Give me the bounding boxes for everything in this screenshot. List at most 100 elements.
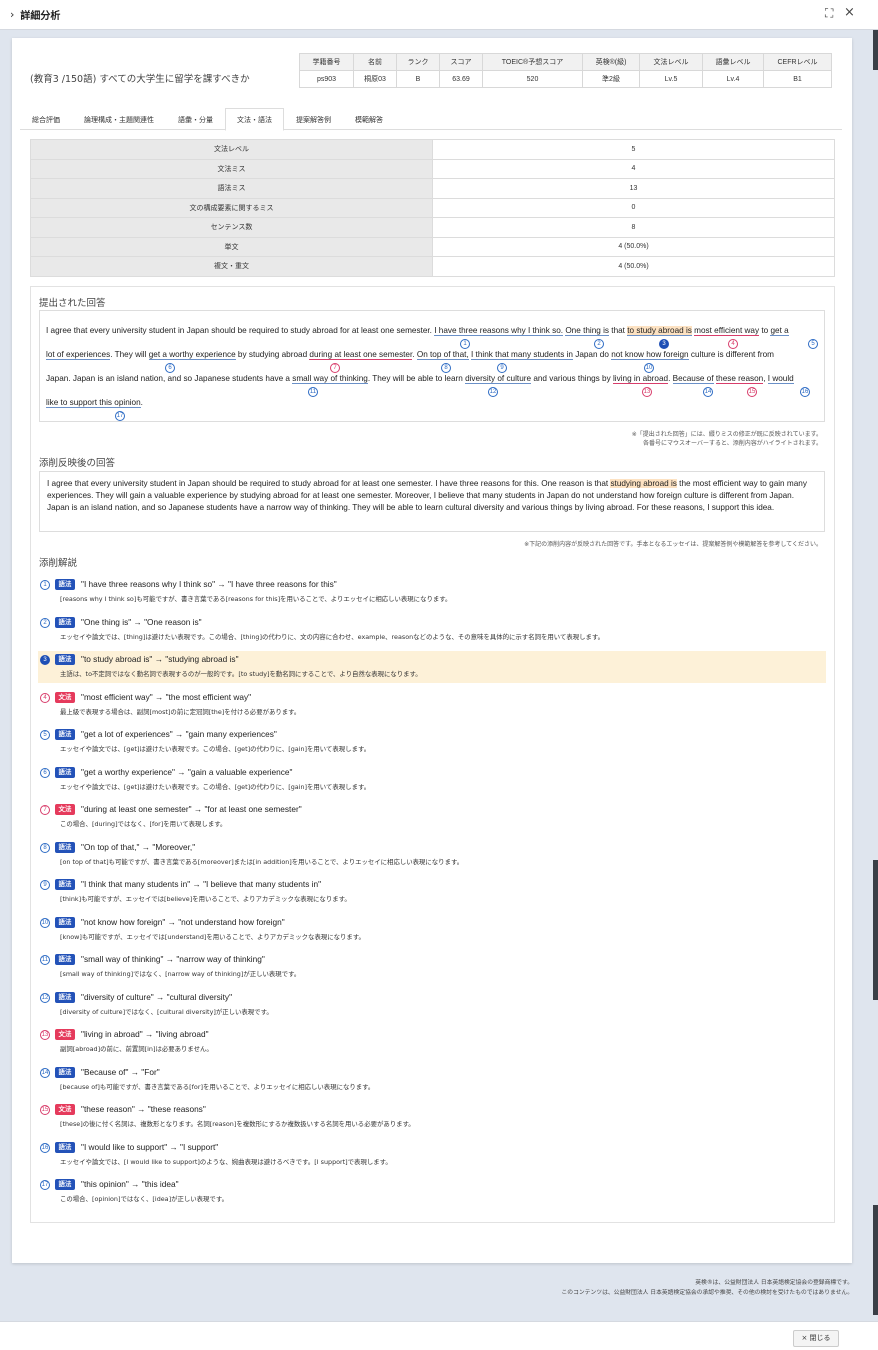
commentary-item[interactable]: 4 文法 "most efficient way" → "the most effi…: [38, 689, 826, 721]
question-title: (教育3 /150語) すべての大学生に留学を課すべきか: [30, 74, 250, 85]
explanation: この場合、[opinion]ではなく、[idea]が正しい表現です。: [60, 1195, 228, 1203]
correction-10[interactable]: not know how foreign: [611, 350, 689, 360]
item-number: 7: [40, 805, 50, 815]
commentary-item[interactable]: 17 語法 "this opinion" → "this idea" この場合、[op…: [38, 1176, 826, 1208]
stats-key: 文法レベル: [30, 139, 433, 160]
info-header: CEFRレベル: [763, 53, 832, 71]
correction-8[interactable]: On top of that,: [416, 350, 469, 360]
correction-text: "One thing is" → "One reason is": [81, 616, 202, 627]
scrollbar-thumb[interactable]: [873, 860, 878, 1000]
commentary-item[interactable]: 5 語法 "get a lot of experiences" → "gain ma…: [38, 726, 826, 758]
correction-5[interactable]: get a: [770, 326, 789, 336]
marker-16[interactable]: 16: [800, 387, 810, 397]
answer-text: .: [140, 398, 143, 407]
commentary-item[interactable]: 7 文法 "during at least one semester" → "for…: [38, 801, 826, 833]
marker-4[interactable]: 4: [728, 339, 738, 349]
info-header: スコア: [439, 53, 483, 71]
explanation: [know]も可能ですが、エッセイでは[understand]を用いることで、よ…: [60, 932, 365, 941]
marker-17[interactable]: 17: [115, 411, 125, 421]
commentary-item[interactable]: 8 語法 "On top of that," → "Moreover," [on to…: [38, 839, 826, 871]
marker-14[interactable]: 14: [703, 387, 713, 397]
correction-text: "diversity of culture" → "cultural diver…: [81, 991, 233, 1002]
type-badge: 語法: [55, 654, 75, 665]
info-value: ps903: [299, 70, 354, 88]
tab-grammar[interactable]: 文法・語法: [225, 108, 284, 131]
explanation: エッセイや論文では、[get]は避けたい表現です。この場合、[get]の代わりに…: [60, 782, 371, 791]
scrollbar-track[interactable]: [873, 30, 878, 70]
commentary-item[interactable]: 16 語法 "I would like to support" → "I suppo…: [38, 1139, 826, 1171]
commentary-item[interactable]: 12 語法 "diversity of culture" → "cultural d…: [38, 989, 826, 1021]
item-number: 13: [40, 1030, 50, 1040]
answer-text: that: [609, 326, 628, 335]
bottom-bar: × 閉じる: [0, 1321, 878, 1350]
marker-6[interactable]: 6: [165, 363, 175, 373]
marker-2[interactable]: 2: [594, 339, 604, 349]
correction-13[interactable]: living in abroad: [612, 374, 669, 384]
correction-6[interactable]: get a worthy experience: [148, 350, 236, 360]
stats-key: センテンス数: [30, 217, 433, 238]
revised-highlight: studying abroad is: [610, 479, 677, 488]
marker-12[interactable]: 12: [488, 387, 498, 397]
scrollbar-track-lower[interactable]: [873, 1205, 878, 1315]
info-header: 文法レベル: [639, 53, 703, 71]
type-badge: 語法: [55, 991, 75, 1003]
marker-5[interactable]: 5: [808, 339, 818, 349]
tab-vocabulary[interactable]: 語彙・分量: [166, 108, 225, 129]
tab-overall[interactable]: 総合評価: [20, 108, 72, 129]
correction-14[interactable]: Because of: [672, 374, 714, 384]
correction-17[interactable]: like to support this opinion: [46, 398, 141, 408]
correction-1[interactable]: I have three reasons why I think so.: [434, 326, 564, 336]
explanation: エッセイや論文では、[I would like to support]のような、…: [60, 1157, 392, 1166]
commentary-item[interactable]: 1 語法 "I have three reasons why I think so"…: [38, 576, 826, 608]
correction-7[interactable]: during at least one semester: [309, 350, 413, 360]
commentary-item[interactable]: 11 語法 "small way of thinking" → "narrow wa…: [38, 951, 826, 983]
note-line: 各番号にマウスオーバーすると、添削内容がハイライトされます。: [643, 440, 822, 447]
correction-15[interactable]: these reason: [715, 374, 764, 384]
correction-5-cont[interactable]: lot of experiences: [46, 350, 111, 360]
expand-icon[interactable]: ⛶: [825, 6, 833, 21]
commentary-item[interactable]: 9 語法 "I think that many students in" → "I …: [38, 876, 826, 908]
info-value: 桐原03: [353, 70, 397, 88]
item-number: 4: [40, 692, 50, 703]
correction-9[interactable]: I think that many students in: [471, 350, 573, 360]
stats-key: 文法ミス: [30, 158, 433, 179]
marker-9[interactable]: 9: [497, 363, 507, 373]
commentary-item[interactable]: 13 文法 "living in abroad" → "living abroad"…: [38, 1026, 826, 1058]
marker-1[interactable]: 1: [460, 339, 470, 349]
marker-3[interactable]: 3: [659, 339, 669, 349]
tab-logic[interactable]: 論理構成・主題関連性: [72, 108, 166, 129]
marker-10[interactable]: 10: [644, 363, 654, 373]
commentary-item[interactable]: 14 語法 "Because of" → "For" [because of]も可能で…: [38, 1064, 826, 1096]
commentary-item[interactable]: 2 語法 "One thing is" → "One reason is" エッセイや…: [38, 614, 826, 646]
correction-4[interactable]: most efficient way: [694, 326, 760, 336]
close-button[interactable]: × 閉じる: [793, 1330, 839, 1347]
explanation: エッセイや論文では、[thing]は避けたい表現です。この場合、[thing]の…: [60, 632, 605, 641]
explanation: [reasons why I think so]も可能ですが、書き言葉である[r…: [60, 595, 452, 603]
student-info-table: 学籍番号 名前 ランク スコア TOEIC®予想スコア 英検®(級) 文法レベル…: [299, 53, 832, 88]
commentary-item[interactable]: 15 文法 "these reason" → "these reasons" [the…: [38, 1101, 826, 1133]
correction-16[interactable]: I would: [767, 374, 794, 384]
marker-7[interactable]: 7: [330, 363, 340, 373]
commentary-item[interactable]: 10 語法 "not know how foreign" → "not unders…: [38, 914, 826, 946]
correction-11[interactable]: small way of thinking: [292, 374, 368, 384]
close-icon[interactable]: ×: [844, 5, 855, 20]
tab-suggested-answer[interactable]: 提案解答例: [284, 108, 343, 129]
marker-15[interactable]: 15: [747, 387, 757, 397]
correction-2[interactable]: One thing is: [565, 326, 610, 336]
item-number: 11: [40, 955, 50, 965]
correction-3[interactable]: to study abroad is: [627, 326, 692, 336]
tab-model-answer[interactable]: 模範解答: [343, 108, 395, 129]
marker-13[interactable]: 13: [642, 387, 652, 397]
revised-text: I agree that every university student in…: [47, 479, 611, 488]
answer-text: by studying abroad: [235, 350, 310, 359]
correction-12[interactable]: diversity of culture: [465, 374, 532, 384]
commentary-item-highlighted[interactable]: 3 語法 "to study abroad is" → "studying abro…: [38, 651, 826, 683]
type-badge: 語法: [55, 916, 75, 928]
commentary-heading: 添削解説: [39, 558, 78, 569]
marker-8[interactable]: 8: [441, 363, 451, 373]
marker-11[interactable]: 11: [308, 387, 318, 397]
correction-text: "these reason" → "these reasons": [81, 1104, 206, 1114]
chevron-right-icon[interactable]: ›: [10, 8, 14, 21]
commentary-item[interactable]: 6 語法 "get a worthy experience" → "gain a v…: [38, 764, 826, 796]
info-value: 準2級: [582, 70, 640, 88]
